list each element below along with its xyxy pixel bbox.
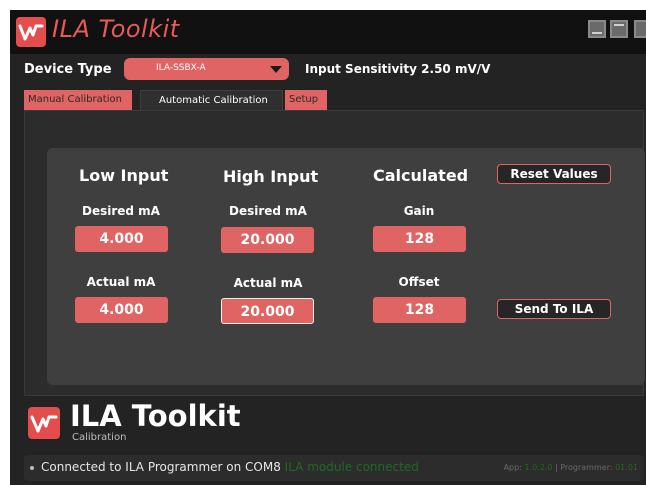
tab-setup[interactable]: Setup xyxy=(285,90,327,110)
connection-message: Connected to ILA Programmer on COM8 xyxy=(41,460,281,474)
send-to-ila-button[interactable]: Send To ILA xyxy=(497,299,611,319)
title-bar: ILA Toolkit xyxy=(10,10,646,54)
calibration-panel: Low Input Desired mA 4.000 Actual mA 4.0… xyxy=(47,148,645,385)
low-actual-label: Actual mA xyxy=(86,275,156,289)
low-input-heading: Low Input xyxy=(79,166,169,185)
low-desired-field[interactable]: 4.000 xyxy=(75,226,168,252)
programmer-version-label: | Programmer: xyxy=(554,463,613,472)
low-desired-label: Desired mA xyxy=(82,204,160,218)
app-logo-icon xyxy=(16,17,46,47)
device-type-label: Device Type xyxy=(24,62,112,77)
minimize-icon[interactable] xyxy=(588,20,606,38)
brand-footer: ILA Toolkit Calibration xyxy=(10,399,646,452)
low-actual-field[interactable]: 4.000 xyxy=(75,297,168,323)
high-input-heading: High Input xyxy=(223,167,319,186)
gain-label: Gain xyxy=(403,204,435,218)
programmer-version: 01.01 xyxy=(615,463,638,472)
reset-values-button[interactable]: Reset Values xyxy=(497,164,611,184)
device-type-value: ILA-SSBX-A xyxy=(156,63,206,73)
offset-label: Offset xyxy=(398,275,440,289)
high-actual-label: Actual mA xyxy=(233,276,303,290)
high-desired-label: Desired mA xyxy=(229,204,307,218)
status-text: Connected to ILA Programmer on COM8 ILA … xyxy=(41,460,419,474)
maximize-icon[interactable] xyxy=(610,20,628,38)
chevron-down-icon xyxy=(270,66,282,73)
input-sensitivity: Input Sensitivity 2.50 mV/V xyxy=(305,62,491,76)
gain-value: 128 xyxy=(373,226,466,252)
status-dot-icon xyxy=(30,466,34,470)
high-desired-field[interactable]: 20.000 xyxy=(221,227,314,253)
device-type-select[interactable]: ILA-SSBX-A xyxy=(124,58,289,80)
close-icon[interactable] xyxy=(634,20,646,38)
device-row: Device Type ILA-SSBX-A Input Sensitivity… xyxy=(10,56,646,86)
status-bar: Connected to ILA Programmer on COM8 ILA … xyxy=(24,455,644,481)
tab-content: Low Input Desired mA 4.000 Actual mA 4.0… xyxy=(24,110,645,396)
app-version: 1.0.2.0 xyxy=(524,463,553,472)
tab-automatic-calibration[interactable]: Automatic Calibration xyxy=(140,90,283,110)
version-info: App: 1.0.2.0 | Programmer: 01.01 xyxy=(504,463,638,472)
app-version-label: App: xyxy=(503,463,522,472)
tab-manual-calibration[interactable]: Manual Calibration xyxy=(24,90,132,110)
calculated-heading: Calculated xyxy=(373,166,469,185)
module-status: ILA module connected xyxy=(284,460,419,474)
high-actual-field[interactable]: 20.000 xyxy=(221,298,314,324)
brand-subtitle: Calibration xyxy=(72,432,127,443)
brand-title: ILA Toolkit xyxy=(70,399,241,433)
app-window: ILA Toolkit Device Type ILA-SSBX-A Input… xyxy=(10,10,646,485)
brand-logo-icon xyxy=(28,407,60,439)
offset-value: 128 xyxy=(373,297,466,323)
tab-bar: Manual Calibration Automatic Calibration… xyxy=(24,90,644,110)
app-title: ILA Toolkit xyxy=(52,15,180,43)
